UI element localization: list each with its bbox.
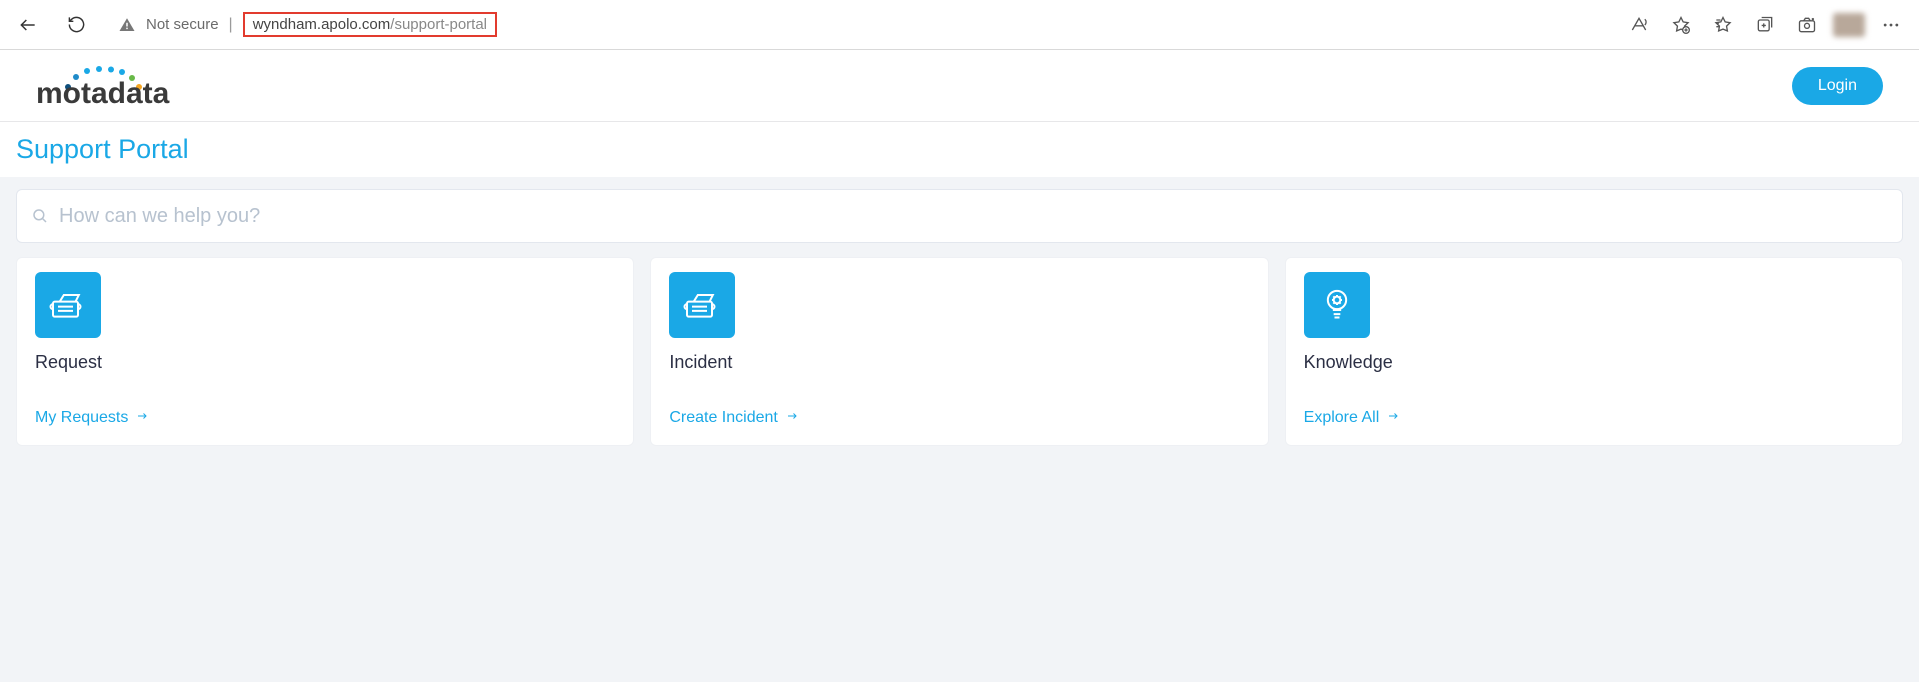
avatar-blur [1833,13,1865,37]
card-request-title: Request [35,352,615,373]
url-path: /support-portal [390,16,487,33]
arrow-left-icon [18,15,38,35]
refresh-button[interactable] [56,5,96,45]
collections-plus-icon [1755,15,1775,35]
card-incident: Incident Create Incident [650,257,1268,446]
card-knowledge-link[interactable]: Explore All [1304,409,1884,427]
logo-svg: motadata [36,63,206,109]
card-knowledge-title: Knowledge [1304,352,1884,373]
star-plus-icon [1671,15,1691,35]
card-request-link-label: My Requests [35,409,128,427]
url-display: wyndham.apolo.com/support-portal [243,12,497,37]
arrow-right-icon [1385,409,1401,427]
card-incident-link[interactable]: Create Incident [669,409,1249,427]
ticket-icon [669,272,735,338]
browser-right-controls [1619,5,1911,45]
ticket-icon [35,272,101,338]
page-title: Support Portal [0,122,1919,177]
svg-text:motadata: motadata [36,77,170,109]
search-input[interactable] [59,205,1888,228]
browser-toolbar: Not secure | wyndham.apolo.com/support-p… [0,0,1919,50]
collections-icon[interactable] [1745,5,1785,45]
profile-avatar[interactable] [1829,5,1869,45]
text-aloud-icon [1629,15,1649,35]
read-aloud-icon[interactable] [1619,5,1659,45]
not-secure-label: Not secure [146,16,219,33]
card-request: Request My Requests [16,257,634,446]
favorites-icon[interactable] [1703,5,1743,45]
url-host: wyndham.apolo.com [253,16,391,33]
more-menu-button[interactable] [1871,5,1911,45]
screenshot-icon[interactable] [1787,5,1827,45]
lightbulb-icon [1304,272,1370,338]
warning-triangle-icon [118,16,136,34]
card-incident-link-label: Create Incident [669,409,778,427]
card-request-link[interactable]: My Requests [35,409,615,427]
login-button[interactable]: Login [1792,67,1883,105]
card-incident-title: Incident [669,352,1249,373]
arrow-right-icon [134,409,150,427]
search-bar[interactable] [16,189,1903,243]
motadata-logo[interactable]: motadata [36,63,206,109]
address-separator: | [229,16,233,34]
camera-icon [1797,15,1817,35]
search-icon [31,207,49,225]
card-knowledge-link-label: Explore All [1304,409,1380,427]
card-knowledge: Knowledge Explore All [1285,257,1903,446]
favorites-list-icon [1713,15,1733,35]
back-button[interactable] [8,5,48,45]
main-content: Request My Requests Incident Create Inci… [0,189,1919,446]
address-bar[interactable]: Not secure | wyndham.apolo.com/support-p… [104,7,1603,43]
refresh-icon [67,15,86,34]
cards-row: Request My Requests Incident Create Inci… [16,257,1903,446]
ellipsis-icon [1881,15,1901,35]
app-header: motadata Login [0,50,1919,122]
arrow-right-icon [784,409,800,427]
star-add-icon[interactable] [1661,5,1701,45]
